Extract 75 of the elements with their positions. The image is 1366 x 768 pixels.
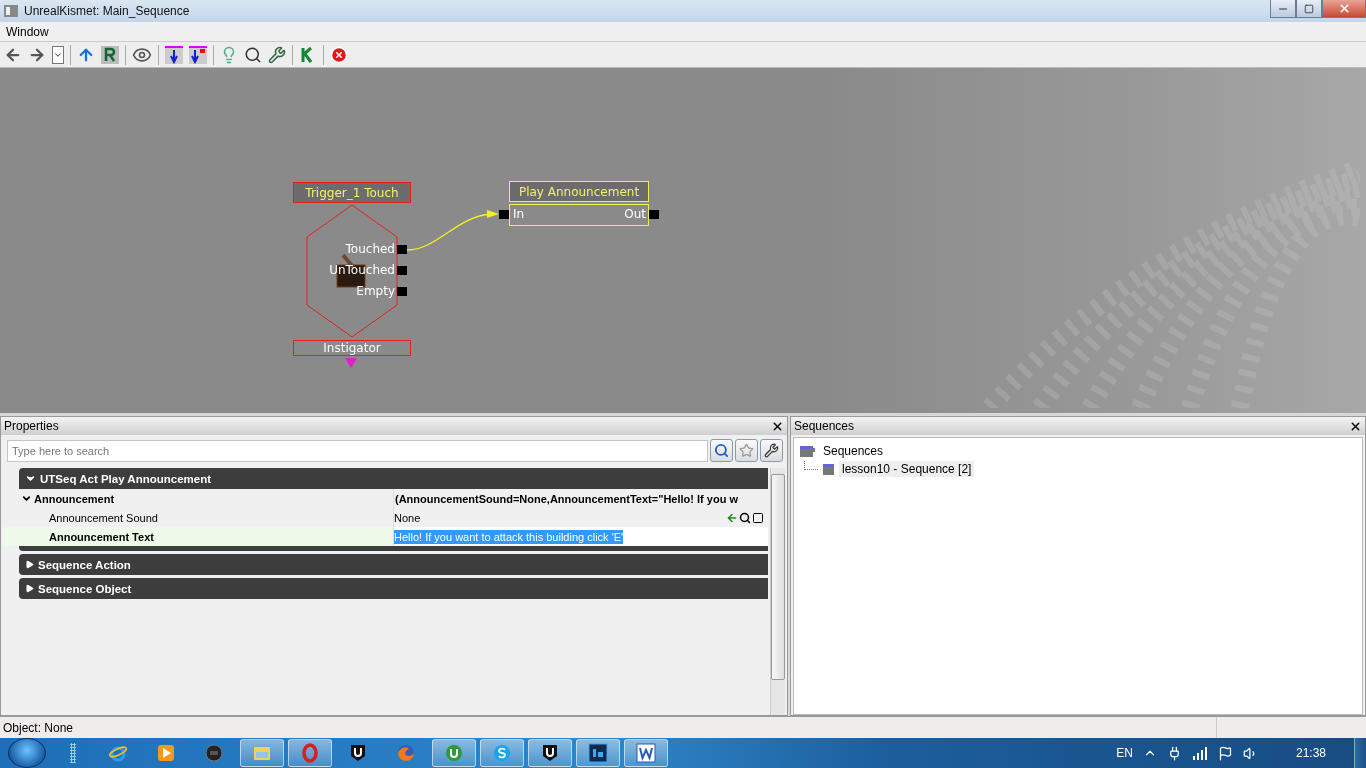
close-icon <box>1337 2 1351 15</box>
menu-item[interactable]: Window <box>0 24 55 39</box>
use-selected-icon[interactable] <box>726 511 738 524</box>
input-label: In <box>513 207 525 221</box>
panel-title: Properties <box>4 419 59 433</box>
status-text: Object: None <box>3 720 74 735</box>
output-label: Touched <box>345 242 395 256</box>
chat-cloud-icon <box>492 743 512 763</box>
window-icon <box>4 5 18 17</box>
restore-icon <box>1304 3 1314 14</box>
fox-globe-icon <box>396 743 416 763</box>
ring-icon <box>300 743 320 763</box>
tree-item[interactable]: Sequences <box>820 443 887 459</box>
scroll-thumb[interactable] <box>771 474 785 680</box>
category-header[interactable]: Sequence Action <box>19 554 768 575</box>
browse-icon[interactable] <box>739 511 751 524</box>
action-node-title: Play Announcement <box>509 181 649 202</box>
output-port <box>397 266 407 275</box>
event-node-title: Trigger_1 Touch <box>293 182 411 203</box>
dropdown-icon[interactable] <box>52 45 64 64</box>
wrench-icon <box>764 443 779 458</box>
property-value: (AnnouncementSound=None,AnnouncementText="Hello! If you w <box>394 492 739 505</box>
sequence-folder-icon <box>800 445 815 457</box>
output-label: Empty <box>356 284 395 298</box>
maximize-button[interactable] <box>1296 0 1322 18</box>
start-button[interactable] <box>8 738 46 768</box>
taskbar-app-button[interactable] <box>624 739 668 767</box>
output-label: Out <box>624 207 646 221</box>
search-icon[interactable] <box>244 45 262 64</box>
signal-icon[interactable] <box>1191 746 1208 760</box>
property-name: Announcement <box>34 492 115 505</box>
taskbar-app-button[interactable] <box>528 739 572 767</box>
close-circle-icon[interactable] <box>330 45 348 64</box>
node-marker-icon[interactable] <box>189 45 207 64</box>
flag-icon[interactable] <box>1217 745 1233 761</box>
node-top-icon[interactable] <box>165 45 183 64</box>
window-title: UnrealKismet: Main_Sequence <box>24 4 190 18</box>
output-port <box>649 210 659 219</box>
torrent-icon <box>444 743 464 763</box>
star-icon <box>739 443 754 458</box>
document-icon <box>636 743 656 763</box>
browser-icon <box>108 743 128 763</box>
search-icon <box>714 443 729 458</box>
sequence-icon <box>823 463 834 475</box>
collapsed-caret-icon <box>25 584 34 593</box>
output-port <box>397 287 407 296</box>
search-button[interactable] <box>710 439 733 462</box>
options-button[interactable] <box>760 439 783 462</box>
panel-title: Sequences <box>794 419 855 433</box>
wrench-icon[interactable] <box>268 45 286 64</box>
collapsed-caret-icon <box>25 560 34 569</box>
image-editor-icon <box>588 743 608 763</box>
shield-icon <box>348 743 368 763</box>
variable-link-arrow-icon <box>345 358 357 368</box>
category-header[interactable]: UTSeq Act Play Announcement <box>19 468 768 489</box>
output-port <box>397 245 407 254</box>
minimize-button[interactable] <box>1270 0 1296 18</box>
expanded-caret-icon <box>25 473 36 484</box>
show-desktop-button[interactable] <box>1354 738 1366 768</box>
shield-icon <box>540 743 560 763</box>
language-indicator[interactable]: EN <box>1116 746 1133 760</box>
webcam-icon <box>204 743 224 763</box>
taskbar-app-button[interactable] <box>576 739 620 767</box>
clock[interactable]: 21:38 <box>1295 746 1326 760</box>
clear-icon[interactable] <box>752 511 764 524</box>
input-port <box>499 210 509 219</box>
expanded-caret-icon <box>21 493 32 504</box>
play-icon <box>156 743 176 763</box>
property-value: None <box>394 510 421 525</box>
letter-tile-icon[interactable] <box>101 45 119 64</box>
search-field[interactable]: Type here to search <box>7 439 708 462</box>
category-header[interactable]: Sequence Object <box>19 578 768 599</box>
variable-link-label: Instigator <box>293 340 411 356</box>
tree-item[interactable]: lesson10 - Sequence [2] <box>839 461 975 477</box>
close-button[interactable] <box>1322 0 1366 18</box>
